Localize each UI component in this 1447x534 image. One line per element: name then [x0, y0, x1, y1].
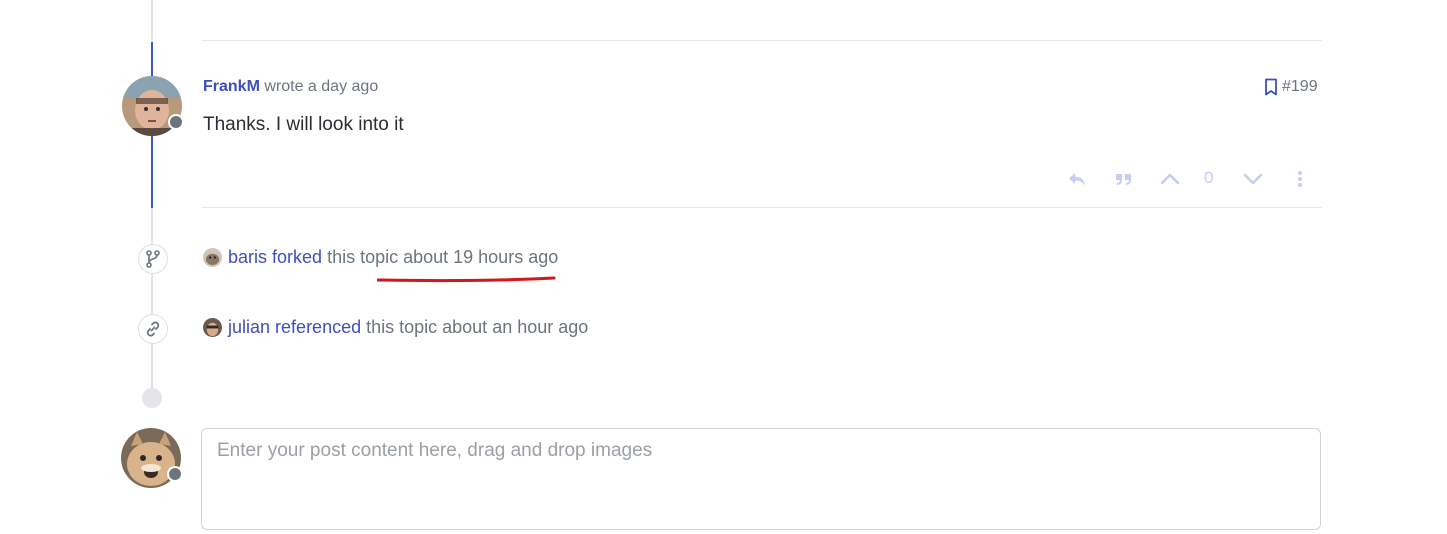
- event-user-avatar[interactable]: [203, 248, 222, 267]
- post-content: Thanks. I will look into it: [203, 114, 404, 135]
- status-indicator: [167, 466, 183, 482]
- post-author-avatar[interactable]: [122, 76, 184, 136]
- event-text: this topic about an hour ago: [366, 317, 589, 337]
- post-tools-button[interactable]: [1287, 166, 1313, 192]
- divider: [202, 207, 1322, 208]
- downvote-button[interactable]: [1240, 166, 1266, 192]
- timeline-end-dot: [142, 388, 162, 408]
- event-text: this topic about 19 hours ago: [327, 247, 559, 267]
- post-header: FrankM wrote a day ago: [203, 78, 378, 96]
- quote-icon: [1116, 174, 1131, 185]
- event-username[interactable]: julian referenced: [228, 317, 361, 338]
- event-user-avatar[interactable]: [203, 318, 222, 337]
- link-event-icon: [138, 314, 168, 344]
- post-content-input[interactable]: [202, 429, 1320, 529]
- upvote-button[interactable]: [1157, 166, 1183, 192]
- post-number: #199: [1282, 78, 1318, 95]
- bookmark-icon: [1265, 78, 1277, 96]
- vote-count: 0: [1204, 168, 1214, 187]
- chevron-up-icon: [1160, 173, 1180, 185]
- timeline-line: [151, 208, 153, 398]
- status-indicator: [168, 114, 184, 130]
- quote-button[interactable]: [1111, 166, 1137, 192]
- chevron-down-icon: [1243, 173, 1263, 185]
- event-referenced: julian referenced this topic about an ho…: [203, 317, 588, 338]
- reply-composer: [201, 428, 1321, 530]
- fork-icon: [146, 250, 160, 268]
- bookmark-link[interactable]: #199: [1264, 78, 1318, 96]
- post-meta-text: wrote a day ago: [264, 78, 379, 95]
- fork-event-icon: [138, 244, 168, 274]
- event-username[interactable]: baris forked: [228, 247, 322, 268]
- more-vertical-icon: [1298, 171, 1302, 187]
- current-user-avatar[interactable]: [121, 428, 183, 488]
- reply-icon: [1069, 173, 1085, 186]
- divider: [202, 40, 1322, 41]
- post-username[interactable]: FrankM: [203, 78, 260, 95]
- annotation-underline: [377, 276, 556, 283]
- reply-button[interactable]: [1064, 166, 1090, 192]
- timeline-line: [151, 0, 153, 42]
- link-icon: [146, 321, 160, 337]
- event-forked: baris forked this topic about 19 hours a…: [203, 247, 558, 268]
